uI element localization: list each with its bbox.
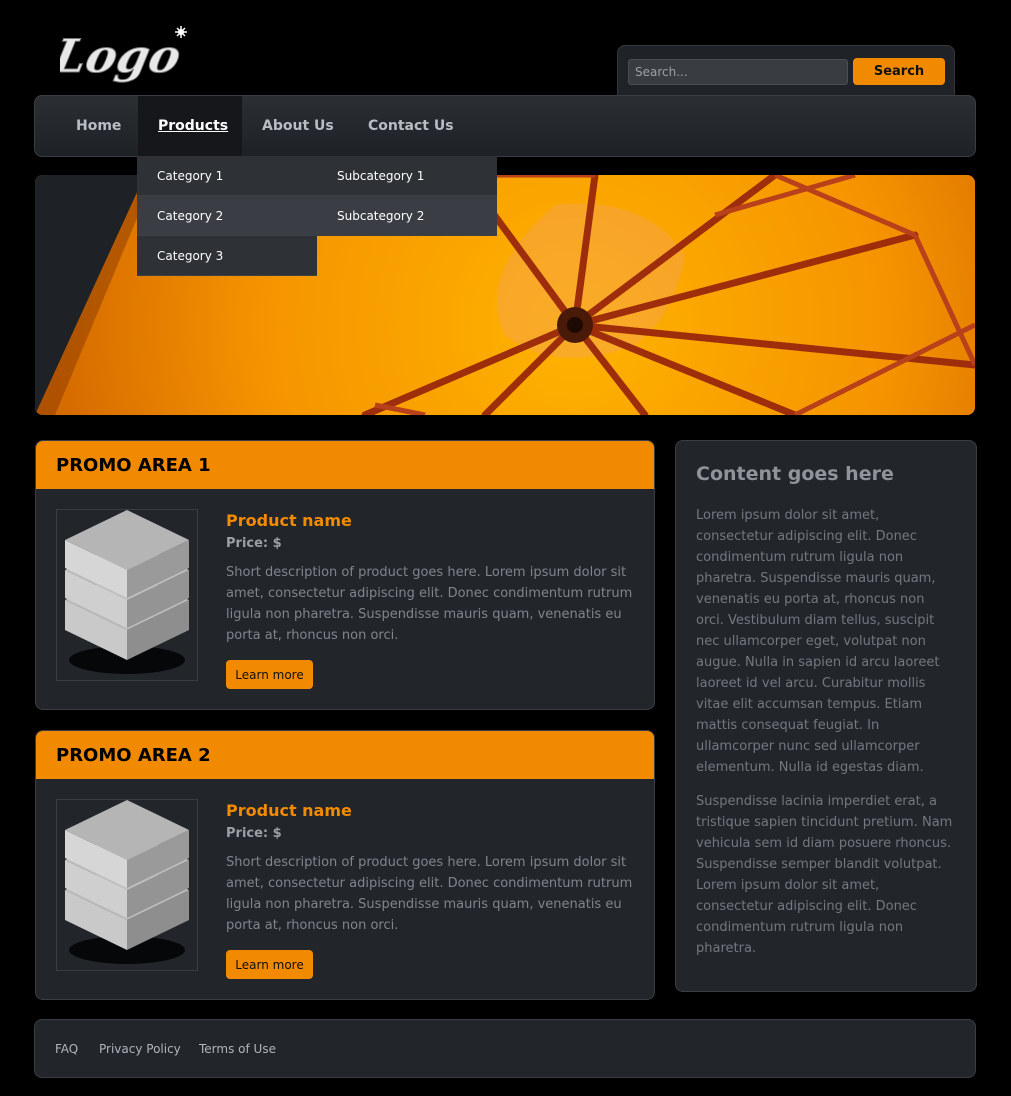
promo-title: PROMO AREA 2 — [36, 731, 654, 779]
dropdown-item-category-2[interactable]: Category 2 — [137, 196, 317, 236]
logo[interactable]: Logo — [60, 20, 195, 85]
search-input[interactable] — [628, 59, 848, 85]
footer-link-terms-of-use[interactable]: Terms of Use — [199, 1042, 276, 1056]
product-description: Short description of product goes here. … — [226, 855, 633, 933]
promo-area-2: PROMO AREA 2 Product name Price: $ Short… — [35, 730, 655, 1000]
sidebar-content: Content goes here Lorem ipsum dolor sit … — [675, 440, 977, 992]
main-nav: Home Products About Us Contact Us — [34, 95, 976, 157]
sidebar-paragraph: Suspendisse lacinia imperdiet erat, a tr… — [696, 794, 953, 956]
search-box: Search — [617, 45, 955, 101]
sidebar-paragraph: Lorem ipsum dolor sit amet, consectetur … — [696, 508, 940, 775]
product-image[interactable] — [56, 509, 198, 681]
server-stack-icon — [65, 510, 189, 674]
nav-products[interactable]: Products — [138, 96, 242, 156]
dropdown-item-subcategory-1[interactable]: Subcategory 1 — [317, 156, 497, 196]
dropdown-item-category-1[interactable]: Category 1 — [137, 156, 317, 196]
product-image[interactable] — [56, 799, 198, 971]
footer: FAQ Privacy Policy Terms of Use — [34, 1019, 976, 1078]
dropdown-item-subcategory-2[interactable]: Subcategory 2 — [317, 196, 497, 236]
nav-home[interactable]: Home — [76, 96, 121, 156]
learn-more-button[interactable]: Learn more — [226, 950, 313, 979]
product-description: Short description of product goes here. … — [226, 565, 633, 643]
product-price: Price: $ — [226, 826, 282, 841]
products-dropdown: Category 1 Category 2 Category 3 — [137, 156, 317, 276]
product-name[interactable]: Product name — [226, 801, 352, 820]
promo-area-1: PROMO AREA 1 Product name Price: $ Short… — [35, 440, 655, 710]
footer-link-privacy-policy[interactable]: Privacy Policy — [99, 1042, 181, 1056]
footer-link-faq[interactable]: FAQ — [55, 1042, 78, 1056]
nav-about-us[interactable]: About Us — [262, 96, 334, 156]
server-stack-icon — [65, 800, 189, 964]
learn-more-button[interactable]: Learn more — [226, 660, 313, 689]
nav-contact-us[interactable]: Contact Us — [368, 96, 454, 156]
product-price: Price: $ — [226, 536, 282, 551]
product-name[interactable]: Product name — [226, 511, 352, 530]
dropdown-item-category-3[interactable]: Category 3 — [137, 236, 317, 276]
logo-text: Logo — [60, 28, 186, 82]
sidebar-title: Content goes here — [696, 463, 894, 485]
products-subdropdown: Subcategory 1 Subcategory 2 — [317, 156, 497, 236]
search-button[interactable]: Search — [853, 58, 945, 85]
promo-title: PROMO AREA 1 — [36, 441, 654, 489]
